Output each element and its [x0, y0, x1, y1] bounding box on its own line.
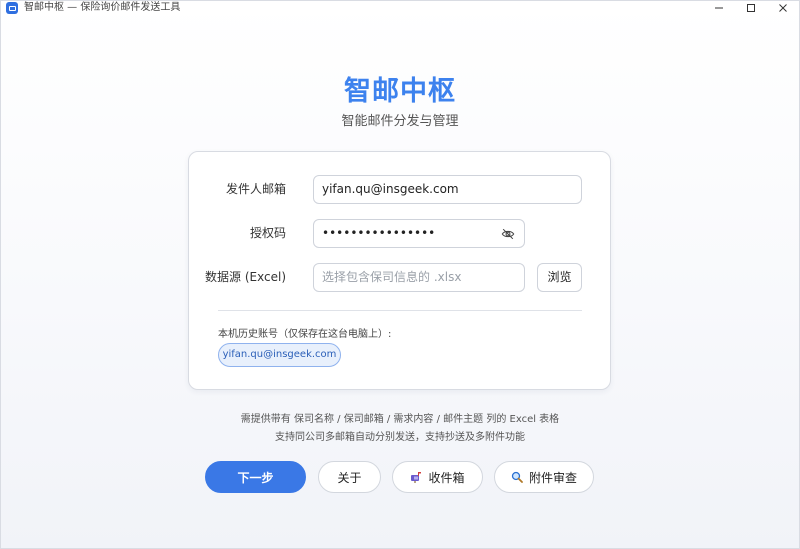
window-controls	[703, 1, 799, 15]
next-step-button[interactable]: 下一步	[205, 461, 306, 493]
datasource-row: 数据源 (Excel) 选择包含保司信息的 .xlsx 浏览	[189, 263, 610, 292]
magnifier-icon	[511, 471, 523, 483]
window-title: 智邮中枢 — 保险询价邮件发送工具	[24, 2, 181, 13]
app-icon	[6, 2, 18, 14]
datasource-label: 数据源 (Excel)	[205, 270, 286, 284]
app-window: 智邮中枢 — 保险询价邮件发送工具 智邮中枢 智能邮件分发与管理 发件人邮箱 y…	[0, 0, 800, 549]
maximize-button[interactable]	[735, 1, 767, 15]
next-step-label: 下一步	[237, 470, 274, 485]
app-subtitle: 智能邮件分发与管理	[341, 114, 459, 129]
browse-button[interactable]: 浏览	[537, 263, 582, 292]
hint-excel-columns: 需提供带有 保司名称 / 保司邮箱 / 需求内容 / 邮件主题 列的 Excel…	[240, 414, 560, 425]
datasource-input[interactable]: 选择包含保司信息的 .xlsx	[313, 263, 525, 292]
history-label: 本机历史账号（仅保存在这台电脑上）:	[218, 329, 392, 340]
sender-label: 发件人邮箱	[225, 182, 286, 196]
inbox-button[interactable]: 收件箱	[392, 461, 483, 493]
hint-multi-send: 支持同公司多邮箱自动分别发送，支持抄送及多附件功能	[275, 432, 525, 443]
title-bar: 智邮中枢 — 保险询价邮件发送工具	[1, 1, 799, 15]
close-button[interactable]	[767, 1, 799, 15]
minimize-button[interactable]	[703, 1, 735, 15]
login-card: 发件人邮箱 yifan.qu@insgeek.com 授权码 •••••••••…	[188, 151, 611, 390]
auth-row: 授权码 ••••••••••••••••	[189, 219, 610, 248]
auth-code-value: ••••••••••••••••	[322, 226, 436, 240]
about-button[interactable]: 关于	[318, 461, 381, 493]
eye-slash-icon[interactable]	[501, 227, 515, 241]
auth-label: 授权码	[249, 226, 286, 240]
history-account-chip[interactable]: yifan.qu@insgeek.com	[218, 343, 341, 367]
app-title: 智邮中枢	[344, 76, 456, 107]
sender-row: 发件人邮箱 yifan.qu@insgeek.com	[189, 175, 610, 204]
about-label: 关于	[337, 470, 362, 485]
minimize-icon	[715, 7, 723, 9]
mailbox-icon	[411, 472, 422, 483]
auth-code-input[interactable]: ••••••••••••••••	[313, 219, 525, 248]
sender-email-input[interactable]: yifan.qu@insgeek.com	[313, 175, 582, 204]
maximize-icon	[747, 4, 755, 12]
attachment-review-label: 附件审查	[528, 470, 577, 485]
attachment-review-button[interactable]: 附件审查	[494, 461, 594, 493]
divider	[218, 310, 582, 311]
inbox-label: 收件箱	[428, 470, 465, 485]
close-icon	[779, 4, 787, 12]
